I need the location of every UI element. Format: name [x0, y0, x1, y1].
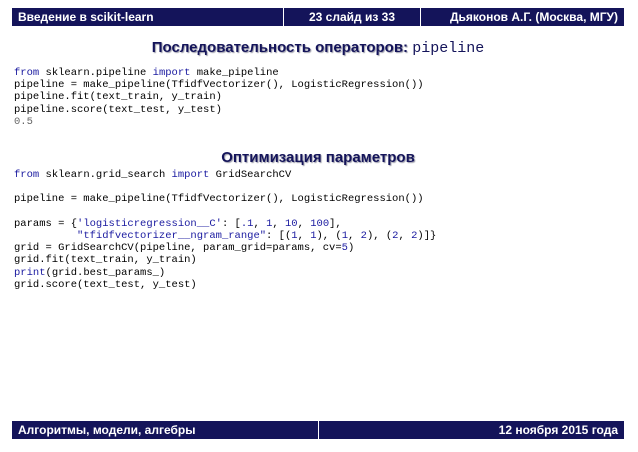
code-token: (grid.best_params_)	[45, 266, 166, 279]
slide: Введение в scikit-learn 23 слайд из 33 Д…	[12, 8, 624, 440]
code-line: print(grid.best_params_)	[14, 267, 436, 279]
code-token: from	[14, 67, 40, 79]
code-token: grid = GridSearchCV(pipeline, param_grid…	[14, 242, 342, 255]
code-token: ],	[329, 217, 342, 230]
code-token: ,	[398, 229, 412, 242]
code-token: GridSearchCV	[209, 169, 292, 181]
header-divider	[283, 8, 284, 26]
code-line: params = {'logisticregression__C': [.1, …	[14, 218, 436, 230]
code-token: grid.score(text_test, y_test)	[14, 278, 197, 291]
footer-date: 12 ноября 2015 года	[498, 423, 618, 437]
code-token: make_pipeline	[190, 67, 279, 79]
code-token: 'logisticregression__C'	[77, 217, 222, 230]
section-title-pipeline: Последовательность операторов: pipeline	[12, 39, 624, 57]
footer-divider	[318, 421, 319, 439]
code-line: pipeline.score(text_test, y_test)	[14, 104, 424, 116]
code-token: : [(	[266, 229, 292, 242]
code-line: pipeline.fit(text_train, y_train)	[14, 91, 424, 103]
code-token: print	[14, 266, 46, 279]
section-title-optimization: Оптимизация параметров	[12, 149, 624, 166]
code-token: "tfidfvectorizer__ngram_range"	[77, 229, 267, 242]
code-token: from	[14, 169, 40, 181]
code-token: pipeline.fit(text_train, y_train)	[14, 91, 222, 104]
code-token: ,	[253, 217, 267, 230]
code-token: )	[347, 242, 355, 255]
code-token: ), (	[366, 229, 393, 242]
code-line: from sklearn.grid_search import GridSear…	[14, 169, 436, 181]
code-token: .1	[240, 217, 254, 230]
author: Дьяконов А.Г. (Москва, МГУ)	[449, 10, 618, 24]
code-token: ,	[297, 229, 311, 242]
code-token: : [	[221, 217, 241, 230]
code-line: 0.5	[14, 116, 424, 128]
header-bar: Введение в scikit-learn 23 слайд из 33 Д…	[12, 8, 624, 26]
code-token: import	[152, 67, 191, 79]
code-token: pipeline = make_pipeline(TfidfVectorizer…	[14, 79, 424, 92]
header-divider	[420, 8, 421, 26]
code-token: sklearn.pipeline	[39, 67, 153, 79]
code-line: pipeline = make_pipeline(TfidfVectorizer…	[14, 79, 424, 91]
code-token: 100	[310, 217, 330, 230]
footer-bar: Алгоритмы, модели, алгебры 12 ноября 201…	[12, 421, 624, 439]
slide-counter: 23 слайд из 33	[308, 10, 395, 24]
footer-subtitle: Алгоритмы, модели, алгебры	[18, 423, 196, 437]
course-title: Введение в scikit-learn	[18, 10, 154, 24]
code-token: grid.fit(text_train, y_train)	[14, 254, 197, 267]
code-token: sklearn.grid_search	[39, 169, 172, 181]
code-token: pipeline = make_pipeline(TfidfVectorizer…	[14, 193, 424, 206]
section-title-text: Оптимизация параметров	[221, 149, 415, 166]
code-token: ,	[297, 217, 311, 230]
code-token: ,	[348, 229, 361, 242]
code-line: grid.fit(text_train, y_train)	[14, 254, 436, 266]
code-line: grid = GridSearchCV(pipeline, param_grid…	[14, 242, 436, 254]
code-line: pipeline = make_pipeline(TfidfVectorizer…	[14, 193, 436, 205]
code-token: ), (	[316, 229, 342, 242]
code-token: ,	[272, 217, 285, 230]
code-line: grid.score(text_test, y_test)	[14, 279, 436, 291]
section-title-text: Последовательность операторов:	[151, 39, 409, 56]
code-line: "tfidfvectorizer__ngram_range": [(1, 1),…	[14, 230, 436, 242]
code-token: )]}	[417, 229, 437, 242]
code-token: 0.5	[14, 115, 33, 128]
section-title-code: pipeline	[412, 40, 485, 57]
code-line: from sklearn.pipeline import make_pipeli…	[14, 67, 424, 79]
code-token: params = {	[14, 217, 78, 230]
code-token: 10	[285, 217, 298, 230]
code-token: import	[171, 169, 210, 181]
code-block-pipeline: from sklearn.pipeline import make_pipeli…	[14, 67, 424, 128]
code-token: pipeline.score(text_test, y_test)	[14, 103, 222, 116]
code-block-gridsearch: from sklearn.grid_search import GridSear…	[14, 169, 436, 291]
